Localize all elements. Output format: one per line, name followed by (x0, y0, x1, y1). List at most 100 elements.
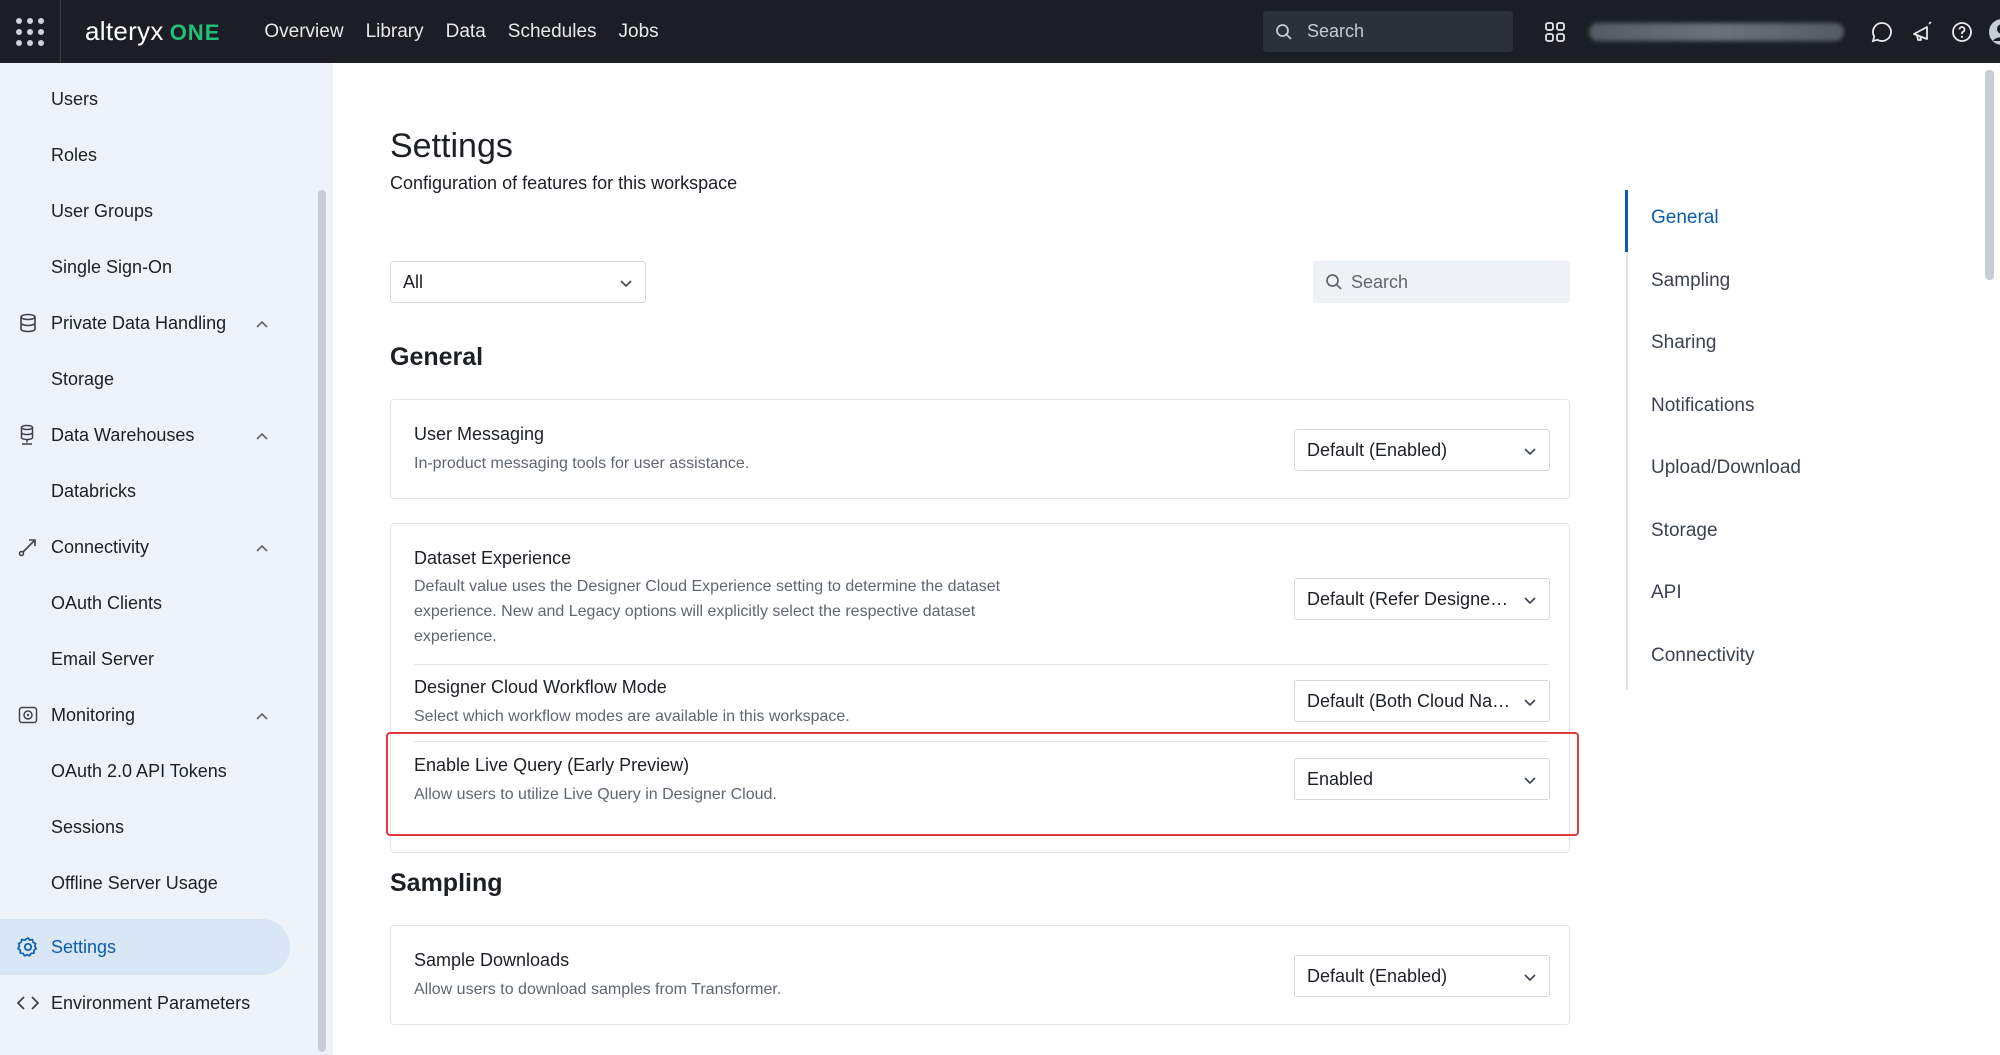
sidebar-item-oauth-api-tokens[interactable]: OAuth 2.0 API Tokens (0, 743, 290, 799)
help-button[interactable] (1942, 12, 1982, 52)
sidebar-item-roles[interactable]: Roles (0, 127, 290, 183)
setting-select-value: Default (Enabled) (1307, 965, 1448, 986)
gear-icon (17, 936, 39, 958)
section-heading-sampling: Sampling (390, 869, 503, 897)
page-scrollbar[interactable] (1985, 70, 1994, 280)
page-subtitle: Configuration of features for this works… (390, 173, 738, 193)
sidebar-item-environment-parameters[interactable]: Environment Parameters (0, 975, 290, 1031)
sidebar-item-label: Databricks (51, 480, 137, 501)
toc-item-general[interactable]: General (1651, 207, 1719, 229)
setting-row-workflow-mode: Designer Cloud Workflow Mode Select whic… (391, 665, 1571, 741)
setting-select[interactable]: Default (Refer Designer Cloud Experience… (1294, 578, 1550, 620)
settings-card: User Messaging In-product messaging tool… (390, 399, 1570, 499)
apps-grid-icon (1545, 21, 1565, 42)
setting-select[interactable]: Default (Enabled) (1294, 429, 1550, 471)
sidebar-item-label: Monitoring (51, 704, 136, 725)
workspace-switcher-button[interactable] (1535, 12, 1575, 52)
chevron-up-icon[interactable] (255, 705, 269, 726)
user-avatar-button[interactable] (1982, 12, 2000, 52)
chevron-down-icon (1523, 442, 1537, 463)
chevron-up-icon[interactable] (255, 425, 269, 446)
monitoring-icon (17, 704, 39, 726)
sidebar-item-label: Sessions (51, 816, 125, 837)
search-icon (1326, 274, 1342, 290)
megaphone-icon (1913, 20, 1932, 41)
global-search-input[interactable]: Search (1263, 11, 1513, 52)
toc-item-connectivity[interactable]: Connectivity (1651, 645, 1755, 667)
warehouse-icon (17, 424, 39, 446)
chevron-up-icon[interactable] (255, 537, 269, 558)
sidebar-item-user-groups[interactable]: User Groups (0, 183, 290, 239)
sidebar-item-connectivity[interactable]: Connectivity (0, 519, 290, 575)
top-nav: Overview Library Data Schedules Jobs (264, 21, 680, 43)
logo-text: alteryx (85, 16, 164, 46)
global-search-placeholder: Search (1307, 21, 1365, 41)
category-filter-select[interactable]: All (390, 261, 646, 303)
sidebar-item-data-warehouses[interactable]: Data Warehouses (0, 407, 290, 463)
chevron-down-icon (619, 274, 633, 295)
sidebar-item-single-sign-on[interactable]: Single Sign-On (0, 239, 290, 295)
grid-dots-icon (16, 17, 44, 46)
alteryx-logo[interactable]: alteryx ONE (85, 16, 220, 47)
sidebar-item-label: Environment Parameters (51, 992, 251, 1013)
sidebar-item-settings[interactable]: Settings (0, 919, 290, 975)
chat-button[interactable] (1862, 12, 1902, 52)
setting-title: Dataset Experience (414, 548, 572, 568)
sidebar-item-storage[interactable]: Storage (0, 351, 290, 407)
sidebar-item-label: Private Data Handling (51, 312, 227, 333)
sidebar-item-label: User Groups (51, 200, 154, 221)
setting-description: Allow users to download samples from Tra… (414, 981, 782, 998)
search-icon (1276, 23, 1292, 40)
help-icon (1952, 21, 1972, 42)
sidebar-item-label: Offline Server Usage (51, 872, 218, 893)
sidebar-item-databricks[interactable]: Databricks (0, 463, 290, 519)
sidebar-item-monitoring[interactable]: Monitoring (0, 687, 290, 743)
setting-select[interactable]: Default (Both Cloud Native and Classic) (1294, 680, 1550, 722)
nav-overview[interactable]: Overview (264, 21, 343, 43)
toc-item-sharing[interactable]: Sharing (1651, 332, 1717, 354)
announcements-button[interactable] (1902, 12, 1942, 52)
sidebar-item-label: Single Sign-On (51, 256, 173, 277)
setting-select[interactable]: Default (Enabled) (1294, 955, 1550, 997)
sidebar-item-label: Data Warehouses (51, 424, 195, 445)
nav-data[interactable]: Data (446, 21, 486, 43)
setting-description: Default value uses the Designer Cloud Ex… (414, 578, 1001, 645)
setting-description: In-product messaging tools for user assi… (414, 455, 750, 472)
nav-jobs[interactable]: Jobs (619, 21, 659, 43)
toc-item-upload-download[interactable]: Upload/Download (1651, 457, 1801, 479)
sidebar-item-sessions[interactable]: Sessions (0, 799, 290, 855)
toc-item-api[interactable]: API (1651, 582, 1682, 604)
sidebar-item-email-server[interactable]: Email Server (0, 631, 290, 687)
settings-main: Settings Configuration of features for t… (333, 63, 1983, 1055)
sidebar-item-label: Connectivity (51, 536, 150, 557)
app-launcher-button[interactable] (0, 0, 61, 63)
top-right-tools (1535, 0, 2000, 63)
sidebar-item-label: OAuth 2.0 API Tokens (51, 760, 227, 781)
top-bar: alteryx ONE Overview Library Data Schedu… (0, 0, 2000, 63)
setting-select-value: Default (Refer Designer Cloud Experience… (1307, 588, 1512, 609)
setting-title: Designer Cloud Workflow Mode (414, 677, 667, 697)
page-title: Settings (390, 127, 513, 165)
toc-item-storage[interactable]: Storage (1651, 520, 1718, 542)
nav-schedules[interactable]: Schedules (508, 21, 597, 43)
setting-title: Sample Downloads (414, 950, 570, 970)
nav-library[interactable]: Library (366, 21, 424, 43)
sidebar-item-users[interactable]: Users (0, 71, 290, 127)
sidebar-item-oauth-clients[interactable]: OAuth Clients (0, 575, 290, 631)
chevron-up-icon[interactable] (255, 313, 269, 334)
toc-item-notifications[interactable]: Notifications (1651, 395, 1755, 417)
sidebar-item-private-data-handling[interactable]: Private Data Handling (0, 295, 290, 351)
setting-title: User Messaging (414, 424, 545, 444)
avatar-icon (1989, 18, 2000, 45)
code-icon (17, 992, 39, 1014)
toc-item-sampling[interactable]: Sampling (1651, 270, 1730, 292)
workspace-name-blurred[interactable] (1589, 22, 1844, 41)
settings-search-input[interactable]: Search (1313, 261, 1570, 303)
sidebar-item-offline-server-usage[interactable]: Offline Server Usage (0, 855, 290, 911)
sidebar-item-label: Email Server (51, 648, 155, 669)
sidebar-scrollbar[interactable] (318, 190, 326, 1052)
chevron-down-icon (1523, 591, 1537, 612)
setting-description: Select which workflow modes are availabl… (414, 708, 850, 725)
sidebar-item-label: Storage (51, 368, 115, 389)
setting-row-sample-downloads: Sample Downloads Allow users to download… (391, 926, 1571, 1026)
